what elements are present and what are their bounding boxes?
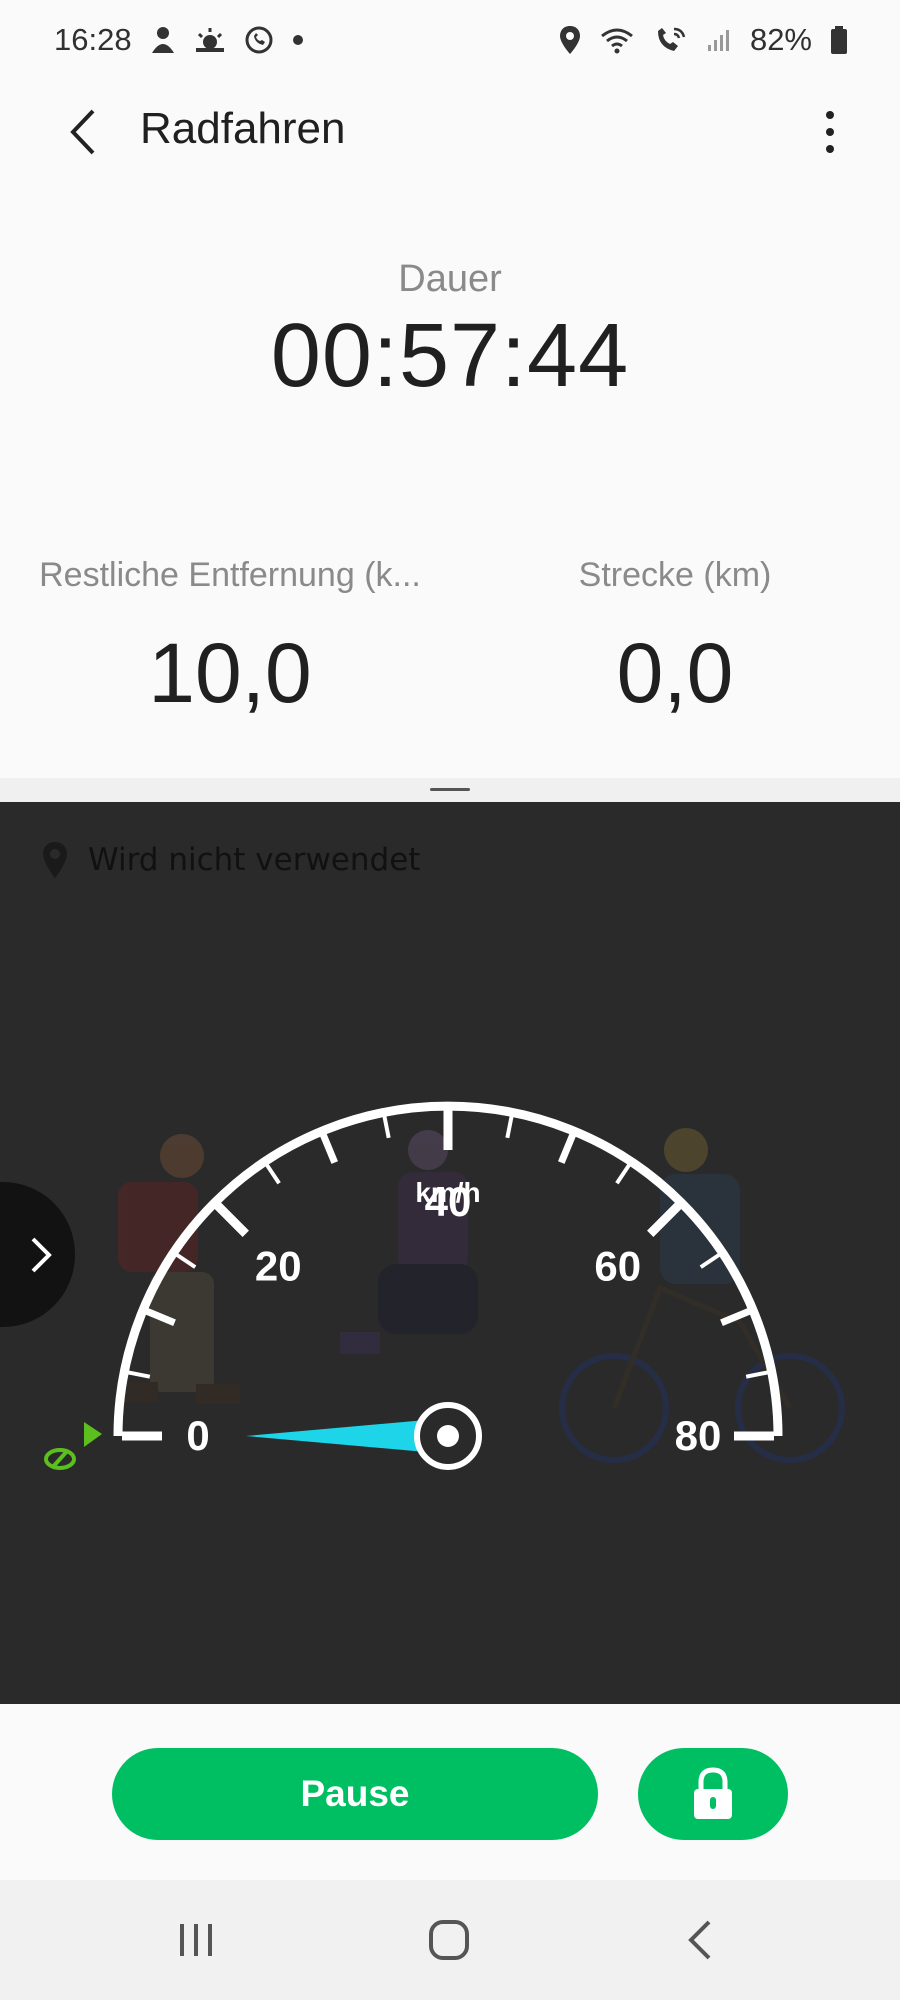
- home-icon: [429, 1920, 469, 1960]
- gauge-tick: [320, 1133, 338, 1164]
- recent-apps-button[interactable]: [156, 1910, 236, 1970]
- chevron-right-icon: [31, 1237, 52, 1272]
- nav-back-button[interactable]: [660, 1910, 740, 1970]
- gauge-tick: [382, 1115, 391, 1139]
- gauge-tick: [127, 1370, 151, 1379]
- dot-icon: [292, 34, 304, 46]
- recent-apps-icon: [180, 1924, 212, 1956]
- gauge-tick: [265, 1163, 281, 1185]
- distance-label: Strecke (km): [578, 556, 772, 594]
- gauge-label-20: 20: [255, 1242, 302, 1289]
- gauge-label-0: 0: [186, 1412, 209, 1459]
- battery-icon: [830, 25, 848, 55]
- lock-icon: [694, 1767, 732, 1819]
- status-bar: 16:28 82%: [0, 0, 900, 80]
- more-options-button[interactable]: [808, 102, 852, 162]
- home-button[interactable]: [409, 1910, 489, 1970]
- status-right: 82%: [558, 22, 848, 58]
- chevron-left-icon: [70, 109, 95, 155]
- action-bar: Pause: [0, 1704, 900, 1880]
- status-time: 16:28: [54, 22, 132, 57]
- gauge-label-80: 80: [675, 1412, 722, 1459]
- panel-divider[interactable]: [0, 778, 900, 802]
- target-speed-marker: [44, 1422, 102, 1470]
- lock-button[interactable]: [638, 1748, 788, 1840]
- pause-button[interactable]: Pause: [112, 1748, 598, 1840]
- gauge-tick: [214, 1202, 249, 1237]
- back-icon: [688, 1920, 711, 1960]
- remaining-distance-value: 10,0: [148, 626, 312, 720]
- whatsapp-icon: [244, 25, 274, 55]
- wifi-icon: [600, 26, 634, 54]
- gauge-tick: [558, 1133, 576, 1164]
- distance-value: 0,0: [616, 626, 734, 720]
- needle-hub-center: [437, 1425, 459, 1447]
- location-pin-icon: [558, 25, 582, 55]
- status-left: 16:28: [54, 22, 304, 58]
- system-nav-bar: [0, 1880, 900, 2000]
- more-vert-icon: [826, 111, 834, 153]
- speedometer-panel: Wird nicht verwendet 0 20 40 60 80 km/h: [0, 802, 900, 1704]
- distance-metric[interactable]: Strecke (km) 0,0: [520, 556, 830, 722]
- gauge-label-60: 60: [594, 1242, 641, 1289]
- wifi-call-icon: [652, 25, 688, 55]
- remaining-distance-label: Restliche Entfernung (k...: [39, 556, 421, 594]
- drag-handle[interactable]: [430, 788, 470, 791]
- gauge-tick: [505, 1115, 514, 1139]
- app-header: Radfahren: [0, 80, 900, 185]
- speed-unit-label: km/h: [415, 1177, 480, 1208]
- duration-label: Dauer: [398, 258, 502, 300]
- page-title: Radfahren: [140, 104, 346, 153]
- user-badge-icon: [150, 25, 176, 55]
- back-button[interactable]: [52, 102, 112, 162]
- signal-icon: [706, 27, 732, 53]
- speedometer-gauge: 020406080 km/h: [44, 1101, 845, 1470]
- sunrise-icon: [194, 26, 226, 54]
- battery-percentage: 82%: [749, 22, 812, 57]
- duration-value: 00:57:44: [270, 306, 630, 406]
- gauge-tick: [615, 1163, 631, 1185]
- remaining-distance-metric[interactable]: Restliche Entfernung (k... 10,0: [30, 556, 430, 722]
